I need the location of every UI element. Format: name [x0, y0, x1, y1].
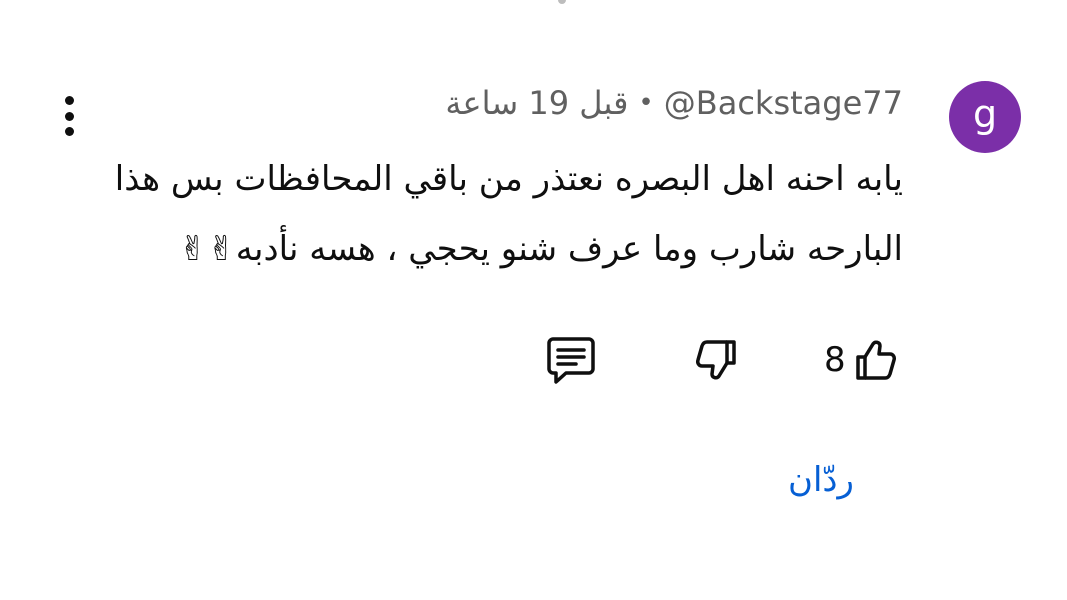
comment-text-line-2: البارحه شارب وما عرف شنو يحجي ، هسه نأدب…: [73, 214, 903, 284]
more-vertical-icon-dot: [64, 127, 74, 136]
author-handle[interactable]: @Backstage77: [664, 84, 903, 122]
reply-button[interactable]: [544, 330, 598, 390]
header-separator: •: [638, 88, 654, 118]
more-vertical-icon-dot: [64, 111, 74, 121]
comment-time: قبل 19 ساعة: [445, 84, 629, 122]
avatar[interactable]: g: [949, 81, 1021, 153]
more-vertical-icon: [64, 96, 74, 105]
dislike-button[interactable]: [692, 330, 740, 390]
comment-header: قبل 19 ساعة • @Backstage77: [445, 78, 903, 128]
more-options-button[interactable]: [56, 96, 82, 136]
view-replies-link[interactable]: ردّان: [788, 460, 854, 500]
comment-icon: [547, 337, 595, 384]
comment-actions: 8: [0, 330, 1067, 390]
thumb-down-icon: [696, 340, 736, 380]
comment-text: يابه احنه اهل البصره نعتذر من باقي المحا…: [73, 144, 903, 284]
victory-hand-emoji: ✌✌: [178, 229, 236, 269]
like-button[interactable]: 8: [824, 330, 900, 390]
divider-dot: [558, 0, 566, 4]
comment-text-line-2-text: البارحه شارب وما عرف شنو يحجي ، هسه نأدب…: [235, 229, 903, 269]
thumb-up-icon: [855, 340, 896, 380]
comment-thread: g قبل 19 ساعة • @Backstage77 يابه احنه ا…: [0, 0, 1067, 600]
comment-text-line-1: يابه احنه اهل البصره نعتذر من باقي المحا…: [114, 159, 903, 199]
like-count: 8: [824, 340, 846, 380]
